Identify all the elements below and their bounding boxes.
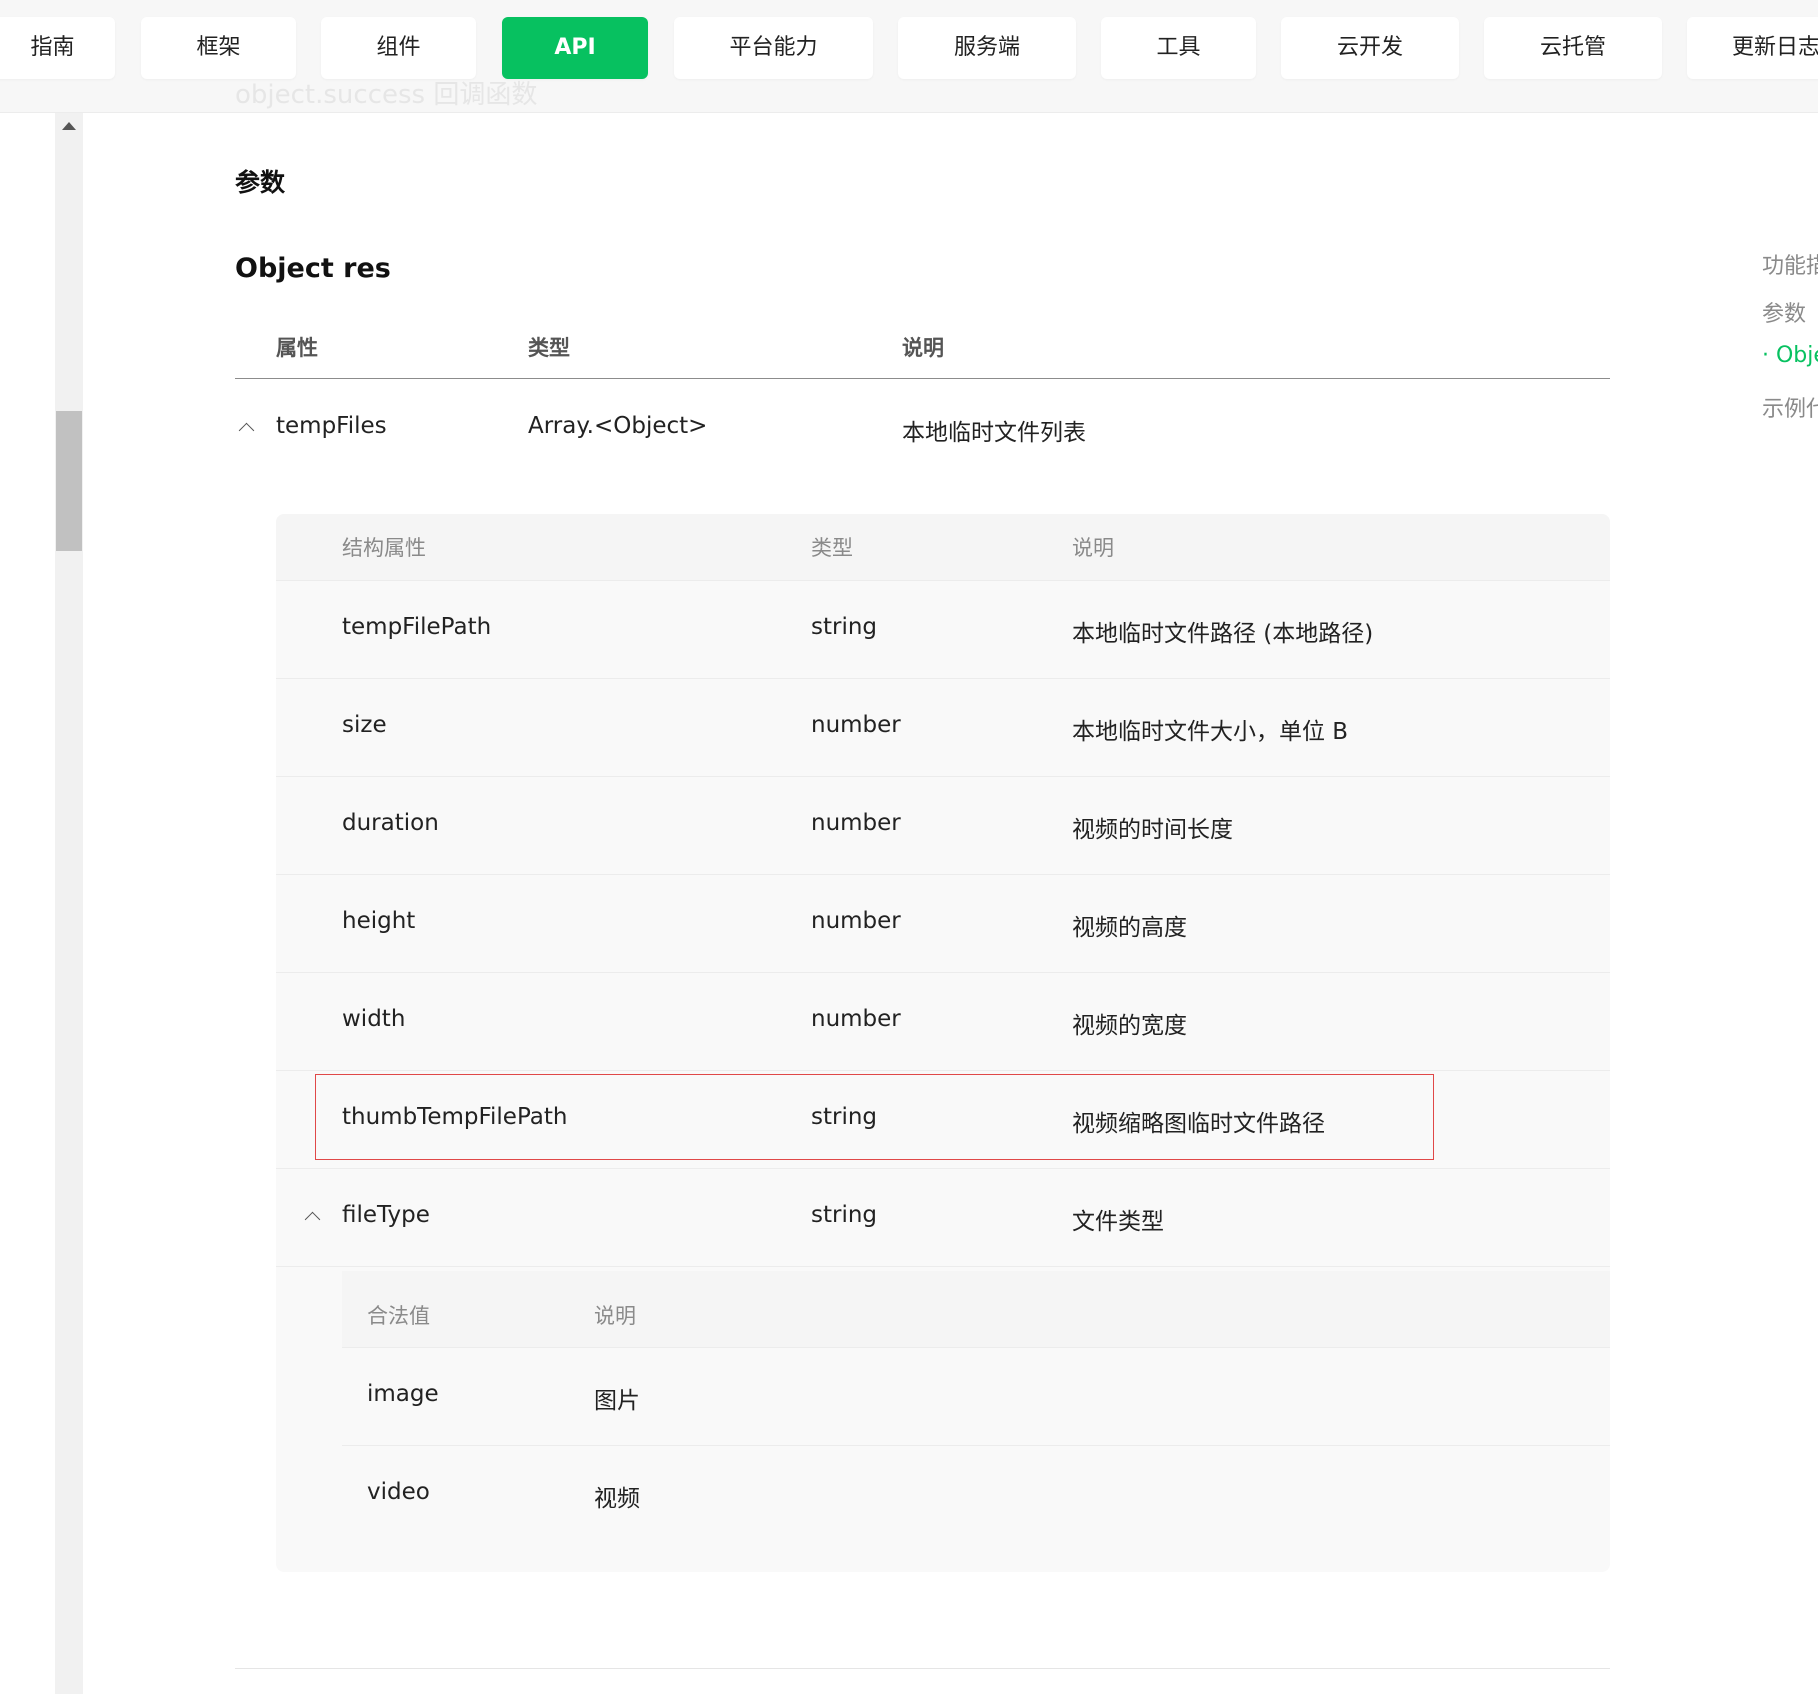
section-divider	[235, 1668, 1610, 1669]
row-divider	[276, 972, 1610, 973]
field-description: 视频的高度	[1072, 915, 1187, 941]
row-divider	[342, 1445, 1610, 1446]
row-divider	[276, 874, 1610, 875]
nav-tab-guide[interactable]: 指南	[0, 17, 115, 79]
field-description: 本地临时文件大小，单位 B	[1072, 719, 1349, 745]
legal-value: image	[367, 1381, 439, 1407]
row-divider	[276, 678, 1610, 679]
params-heading: 参数	[235, 168, 286, 197]
field-name: duration	[342, 810, 439, 836]
left-sidebar	[0, 113, 55, 1694]
header-struct-property: 结构属性	[342, 536, 426, 560]
header-type: 类型	[811, 536, 853, 560]
header-description: 说明	[1072, 536, 1114, 560]
row-divider	[342, 1347, 1610, 1348]
header-description: 说明	[594, 1304, 636, 1328]
row-divider	[276, 1266, 1610, 1267]
toc-item-example-code[interactable]: 示例代码	[1762, 391, 1818, 423]
header-description: 说明	[902, 336, 944, 360]
field-type: string	[811, 614, 878, 640]
field-type: number	[811, 908, 901, 934]
header-type: 类型	[528, 336, 570, 360]
row-description: 本地临时文件列表	[902, 420, 1086, 446]
toc-item-params[interactable]: 参数	[1762, 296, 1806, 328]
row-divider	[276, 580, 1610, 581]
field-type: string	[811, 1202, 878, 1228]
legal-value-description: 视频	[594, 1486, 640, 1512]
nav-tab-platform-capabilities[interactable]: 平台能力	[674, 17, 873, 79]
field-type: number	[811, 712, 901, 738]
field-name: height	[342, 908, 416, 934]
legal-values-table-header	[342, 1271, 1610, 1347]
nav-tab-cloud-hosting[interactable]: 云托管	[1484, 17, 1662, 79]
field-type: number	[811, 1006, 901, 1032]
nav-tab-tools[interactable]: 工具	[1101, 17, 1256, 79]
field-name: size	[342, 712, 387, 738]
field-description: 文件类型	[1072, 1209, 1164, 1235]
toc-item-object-res[interactable]: · Object res	[1762, 343, 1818, 368]
legal-value: video	[367, 1479, 430, 1505]
sidebar-clipped-text	[0, 780, 8, 802]
row-divider	[276, 776, 1610, 777]
chevron-up-icon[interactable]	[238, 422, 255, 439]
faded-section-heading: object.success 回调函数	[235, 80, 538, 110]
legal-value-description: 图片	[594, 1388, 640, 1414]
field-description: 视频的时间长度	[1072, 817, 1233, 843]
nested-table-header	[276, 514, 1610, 580]
nested-structure-table	[276, 514, 1610, 1572]
header-legal-value: 合法值	[367, 1304, 430, 1328]
field-type: number	[811, 810, 901, 836]
scroll-up-arrow-icon[interactable]	[62, 122, 76, 130]
scrollbar-thumb[interactable]	[56, 411, 82, 551]
nav-tab-framework[interactable]: 框架	[141, 17, 296, 79]
nav-tab-changelog[interactable]: 更新日志	[1687, 17, 1818, 79]
nav-tab-components[interactable]: 组件	[321, 17, 476, 79]
nav-tab-api[interactable]: API	[502, 17, 648, 79]
field-name: tempFilePath	[342, 614, 492, 640]
field-name: width	[342, 1006, 406, 1032]
row-type: Array.<Object>	[528, 413, 708, 439]
field-description: 本地临时文件路径 (本地路径)	[1072, 621, 1374, 647]
nav-tab-server[interactable]: 服务端	[898, 17, 1076, 79]
highlight-annotation-box	[315, 1074, 1434, 1160]
object-res-heading: Object res	[235, 253, 391, 284]
row-divider	[276, 1168, 1610, 1169]
field-name: fileType	[342, 1202, 430, 1228]
toc-item-function-description[interactable]: 功能描述	[1762, 248, 1818, 280]
field-description: 视频的宽度	[1072, 1013, 1187, 1039]
row-name: tempFiles	[276, 413, 387, 439]
outer-table-header: 属性 类型 说明	[235, 320, 1610, 379]
header-property: 属性	[276, 336, 318, 360]
sidebar-scrollbar[interactable]	[55, 113, 83, 1694]
nav-tab-cloud-dev[interactable]: 云开发	[1281, 17, 1459, 79]
row-divider	[276, 1070, 1610, 1071]
